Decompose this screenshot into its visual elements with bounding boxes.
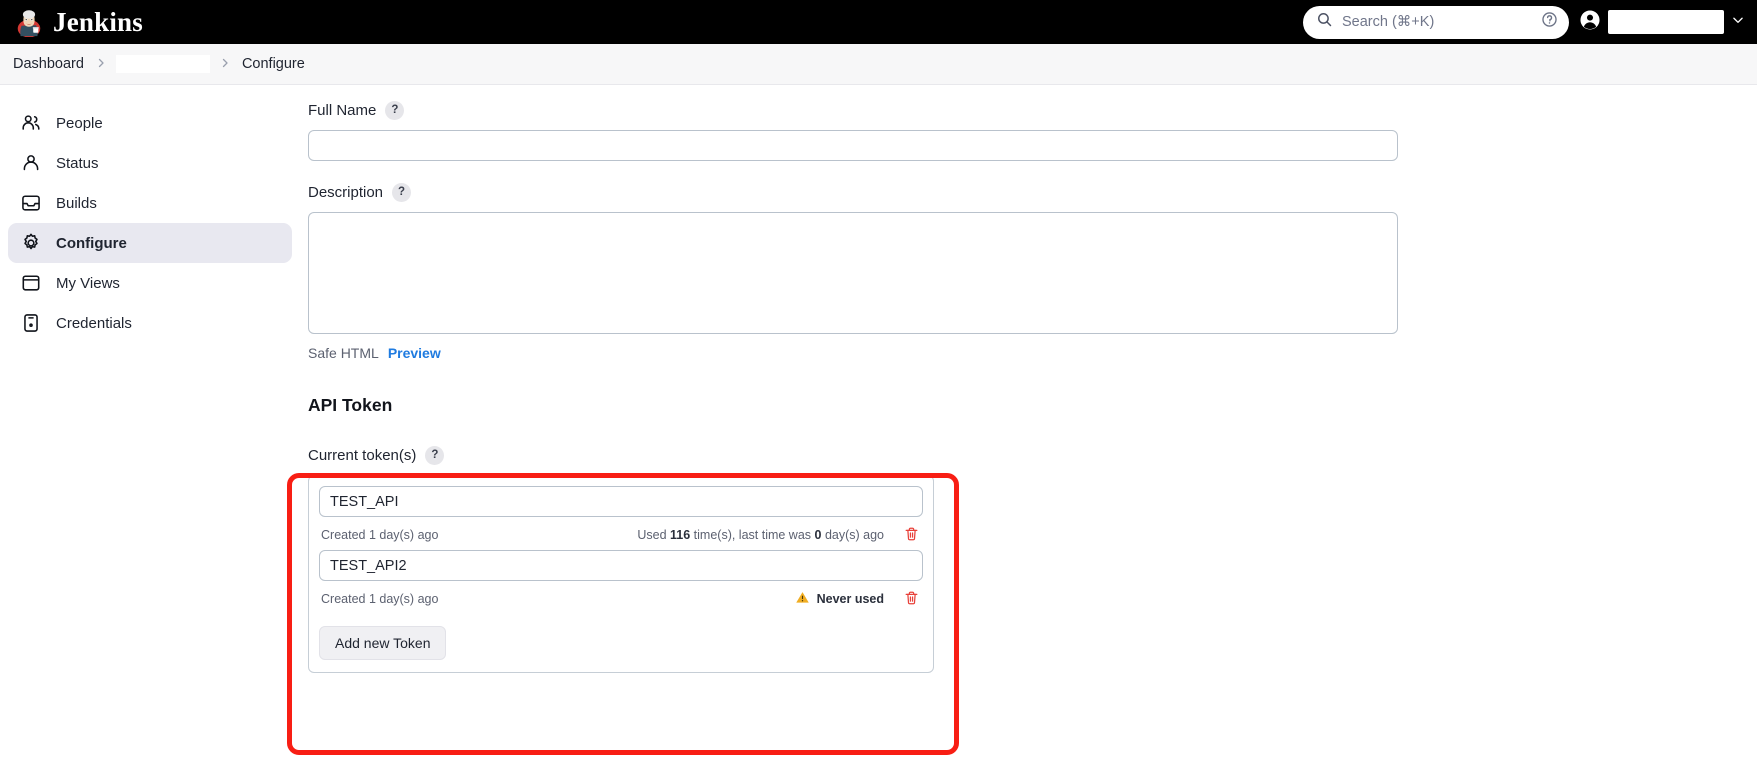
token-created-2: Created 1 day(s) ago — [321, 592, 439, 606]
search-icon — [1316, 11, 1333, 33]
sidebar-item-status[interactable]: Status — [8, 143, 292, 183]
api-token-section: API Token Current token(s) ? Created 1 d… — [308, 395, 1757, 673]
gear-icon — [20, 232, 42, 254]
add-new-token-button[interactable]: Add new Token — [319, 626, 447, 660]
breadcrumb-item-user-redacted[interactable] — [115, 55, 210, 73]
current-tokens-label: Current token(s) — [308, 447, 417, 464]
brand-name: Jenkins — [53, 6, 143, 37]
current-tokens-label-row: Current token(s) ? — [308, 446, 1757, 465]
breadcrumb-separator-icon — [92, 57, 110, 72]
safe-html-label: Safe HTML — [308, 345, 379, 361]
token-name-input-1[interactable] — [319, 486, 923, 517]
token-usage-middle-1: time(s), last time was — [690, 528, 815, 542]
help-icon-description[interactable]: ? — [392, 183, 412, 202]
token-usage-count-1: 116 — [670, 528, 691, 542]
sidebar-item-label-configure: Configure — [56, 234, 127, 252]
token-meta-1: Created 1 day(s) ago Used 116 time(s), l… — [319, 524, 923, 546]
sidebar-item-people[interactable]: People — [8, 103, 292, 143]
token-list-panel: Created 1 day(s) ago Used 116 time(s), l… — [308, 475, 934, 673]
sidebar-item-configure[interactable]: Configure — [8, 223, 292, 263]
warning-triangle-icon — [795, 590, 810, 608]
credential-card-icon — [20, 312, 42, 334]
safe-html-row: Safe HTML Preview — [308, 345, 1757, 361]
sidebar-item-label-credentials: Credentials — [56, 314, 132, 332]
description-label: Description — [308, 184, 384, 201]
token-usage-suffix-1: day(s) ago — [821, 528, 884, 542]
delete-token-button-2[interactable] — [890, 590, 921, 609]
user-circle-icon — [1579, 9, 1601, 36]
token-created-1: Created 1 day(s) ago — [321, 528, 439, 542]
sidebar-item-credentials[interactable]: Credentials — [8, 303, 292, 343]
main-content: Full Name ? Description ? Safe HTML Prev… — [287, 85, 1757, 766]
token-usage-2: Never used — [795, 590, 921, 609]
help-icon-full-name[interactable]: ? — [385, 101, 405, 120]
description-textarea[interactable] — [308, 212, 1398, 334]
chevron-down-icon[interactable] — [1731, 13, 1745, 32]
user-name-redacted — [1608, 10, 1724, 34]
token-row: Created 1 day(s) ago — [319, 550, 923, 610]
person-icon — [20, 152, 42, 174]
token-meta-2: Created 1 day(s) ago Never used — [319, 588, 923, 610]
search-box[interactable] — [1303, 5, 1569, 39]
token-usage-1: Used 116 time(s), last time was 0 day(s)… — [637, 526, 921, 545]
token-row: Created 1 day(s) ago Used 116 time(s), l… — [319, 486, 923, 546]
people-icon — [20, 112, 42, 134]
user-menu[interactable] — [1579, 9, 1749, 36]
full-name-label: Full Name — [308, 102, 377, 119]
preview-link[interactable]: Preview — [388, 345, 441, 361]
window-icon — [20, 272, 42, 294]
sidebar-item-label-people: People — [56, 114, 103, 132]
search-input[interactable] — [1342, 14, 1532, 30]
page-body: People Status Builds Configure My Views … — [0, 85, 1757, 766]
trash-icon — [904, 590, 919, 609]
sidebar-item-label-builds: Builds — [56, 194, 97, 212]
breadcrumb-item-configure[interactable]: Configure — [236, 54, 311, 74]
never-used-status: Never used — [795, 590, 884, 608]
sidebar: People Status Builds Configure My Views … — [0, 85, 300, 766]
help-icon-current-tokens[interactable]: ? — [425, 446, 445, 465]
delete-token-button-1[interactable] — [890, 526, 921, 545]
description-label-row: Description ? — [308, 183, 1757, 202]
full-name-label-row: Full Name ? — [308, 101, 1757, 120]
breadcrumb-separator-icon-2 — [216, 57, 234, 72]
never-used-label: Never used — [816, 592, 884, 606]
breadcrumb: Dashboard Configure — [0, 44, 1757, 85]
sidebar-item-my-views[interactable]: My Views — [8, 263, 292, 303]
sidebar-item-builds[interactable]: Builds — [8, 183, 292, 223]
sidebar-item-label-status: Status — [56, 154, 99, 172]
inbox-icon — [20, 192, 42, 214]
question-circle-icon[interactable] — [1541, 11, 1558, 33]
token-usage-prefix-1: Used — [637, 528, 671, 542]
breadcrumb-item-dashboard[interactable]: Dashboard — [7, 54, 90, 74]
sidebar-item-label-my-views: My Views — [56, 274, 120, 292]
token-name-input-2[interactable] — [319, 550, 923, 581]
header-right-cluster — [1303, 0, 1749, 44]
brand-home-link[interactable]: Jenkins — [14, 7, 143, 37]
app-header: Jenkins — [0, 0, 1757, 44]
trash-icon — [904, 526, 919, 545]
jenkins-butler-logo-icon — [14, 7, 44, 37]
full-name-input[interactable] — [308, 130, 1398, 161]
api-token-title: API Token — [308, 395, 393, 415]
